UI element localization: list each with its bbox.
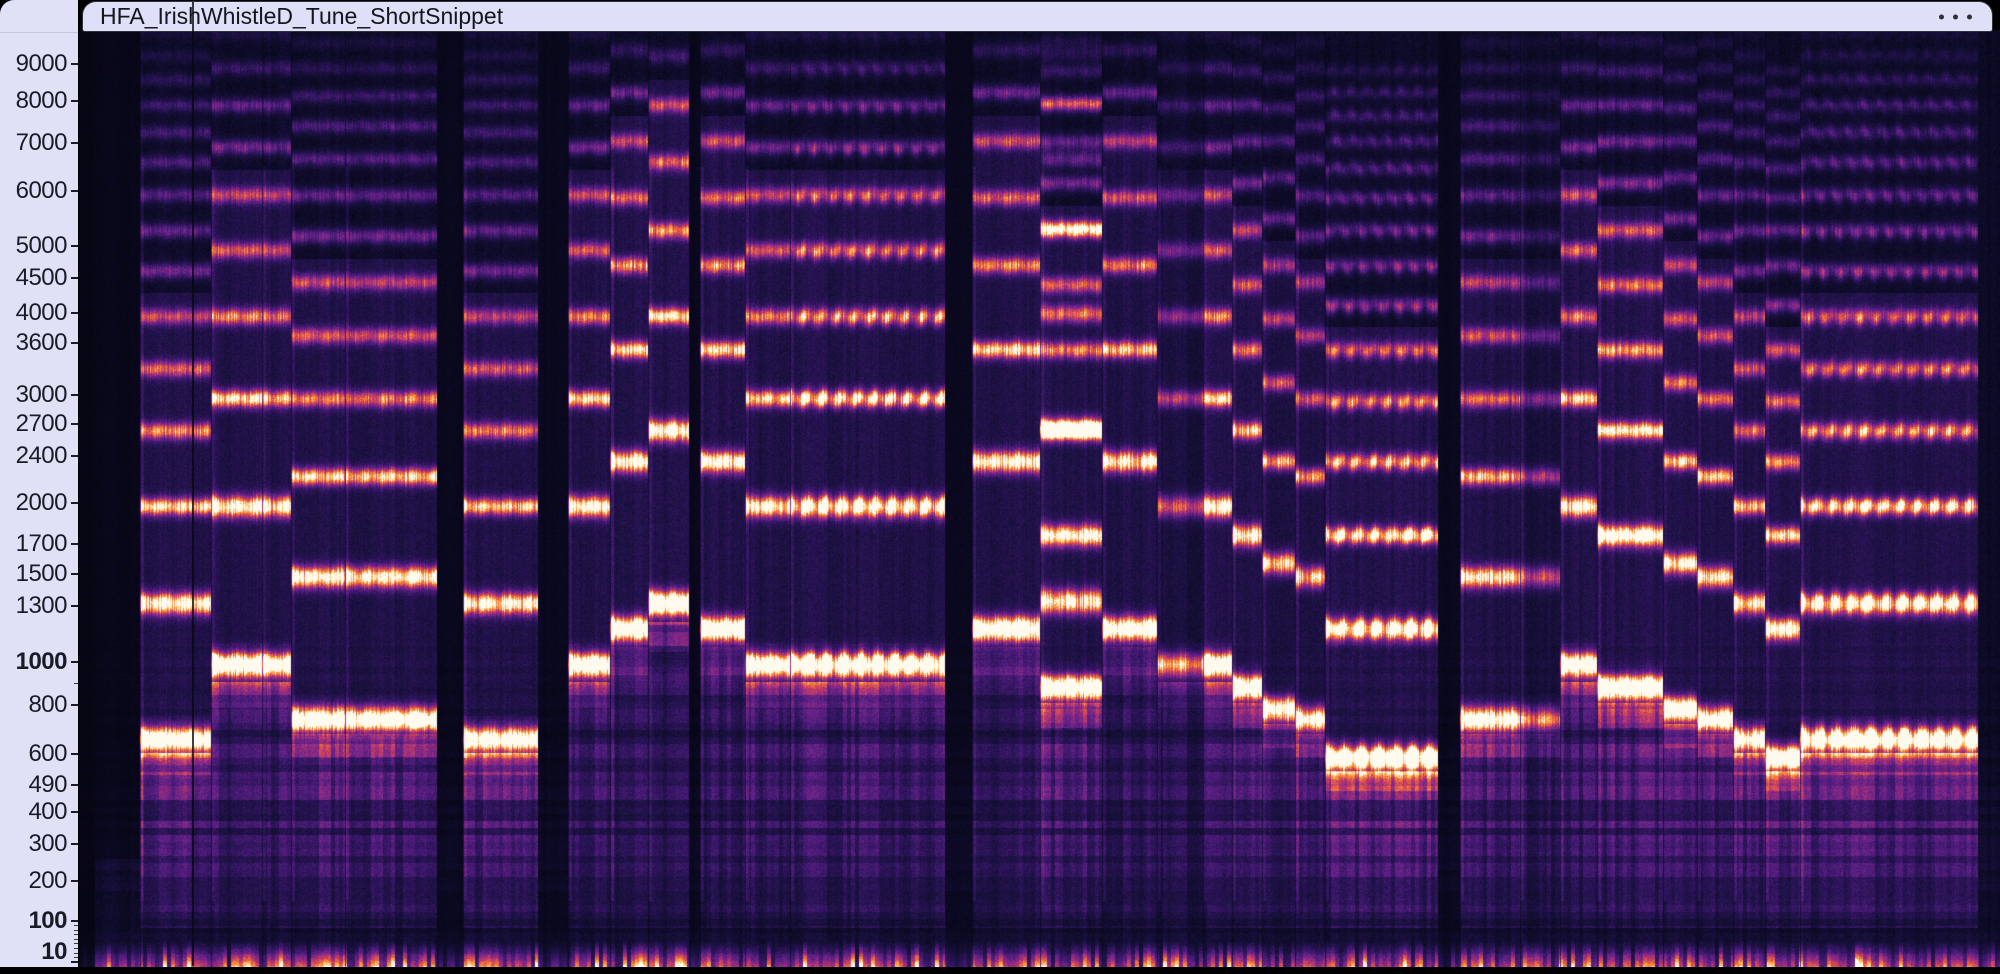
- freq-tick-mark: [71, 394, 78, 396]
- freq-minor-tick: [74, 957, 78, 958]
- freq-tick-mark: [71, 573, 78, 575]
- freq-tick-mark: [71, 704, 78, 706]
- freq-minor-tick: [74, 953, 78, 954]
- freq-tick-mark: [71, 880, 78, 882]
- freq-tick-mark: [71, 843, 78, 845]
- freq-tick-mark: [71, 753, 78, 755]
- freq-minor-tick: [74, 948, 78, 949]
- freq-tick-label: 3000: [16, 381, 67, 409]
- freq-tick-mark: [71, 455, 78, 457]
- freq-tick-label: 100: [28, 907, 67, 935]
- freq-tick-label: 1700: [16, 530, 67, 558]
- freq-minor-tick: [74, 683, 78, 684]
- freq-tick-mark: [71, 502, 78, 504]
- freq-tick-mark: [71, 63, 78, 65]
- freq-tick-label: 200: [28, 867, 67, 895]
- window-bottom-edge: [0, 967, 2000, 974]
- clip-menu-button[interactable]: [1935, 10, 1976, 23]
- freq-tick-mark: [71, 245, 78, 247]
- freq-tick-mark: [71, 543, 78, 545]
- freq-tick-label: 1000: [16, 648, 67, 676]
- freq-tick-label: 2700: [16, 410, 67, 438]
- freq-tick-mark: [71, 920, 78, 922]
- ellipsis-icon: [1939, 14, 1944, 19]
- freq-tick-label: 1300: [16, 592, 67, 620]
- freq-tick-mark: [71, 277, 78, 279]
- freq-tick-mark: [71, 423, 78, 425]
- freq-tick-mark: [71, 312, 78, 314]
- freq-tick-label: 3600: [16, 329, 67, 357]
- freq-tick-label: 4500: [16, 264, 67, 292]
- freq-tick-mark: [71, 605, 78, 607]
- freq-tick-label: 9000: [16, 50, 67, 78]
- frequency-ruler[interactable]: 9000800070006000500045004000360030002700…: [0, 0, 78, 967]
- freq-tick-mark: [71, 661, 78, 663]
- freq-tick-mark: [71, 961, 78, 963]
- freq-tick-label: 10: [41, 938, 67, 966]
- freq-tick-mark: [71, 784, 78, 786]
- freq-tick-label: 800: [28, 691, 67, 719]
- freq-tick-mark: [71, 142, 78, 144]
- clip-title-bar[interactable]: HFA_IrishWhistleD_Tune_ShortSnippet: [83, 2, 1992, 31]
- freq-tick-label: 1500: [16, 560, 67, 588]
- freq-tick-label: 6000: [16, 177, 67, 205]
- freq-minor-tick: [74, 925, 78, 926]
- freq-tick-label: 2400: [16, 442, 67, 470]
- freq-tick-mark: [71, 190, 78, 192]
- ellipsis-icon: [1953, 14, 1958, 19]
- freq-tick-label: 490: [28, 771, 67, 799]
- freq-tick-label: 5000: [16, 232, 67, 260]
- freq-tick-label: 4000: [16, 299, 67, 327]
- freq-tick-label: 400: [28, 798, 67, 826]
- freq-tick-label: 600: [28, 740, 67, 768]
- freq-tick-label: 8000: [16, 87, 67, 115]
- ellipsis-icon: [1967, 14, 1972, 19]
- freq-tick-mark: [71, 342, 78, 344]
- freq-minor-tick: [74, 934, 78, 935]
- freq-tick-mark: [71, 100, 78, 102]
- freq-tick-label: 7000: [16, 129, 67, 157]
- freq-tick-mark: [71, 811, 78, 813]
- clip-title: HFA_IrishWhistleD_Tune_ShortSnippet: [100, 3, 503, 30]
- freq-tick-label: 2000: [16, 489, 67, 517]
- freq-tick-label: 300: [28, 830, 67, 858]
- freq-minor-tick: [74, 939, 78, 940]
- playhead-line[interactable]: [192, 2, 194, 966]
- audio-clip-window: 9000800070006000500045004000360030002700…: [0, 0, 2000, 974]
- ruler-separator-line: [0, 32, 78, 33]
- spectrogram-canvas[interactable]: [79, 30, 2000, 967]
- freq-minor-tick: [74, 930, 78, 931]
- freq-minor-tick: [74, 943, 78, 944]
